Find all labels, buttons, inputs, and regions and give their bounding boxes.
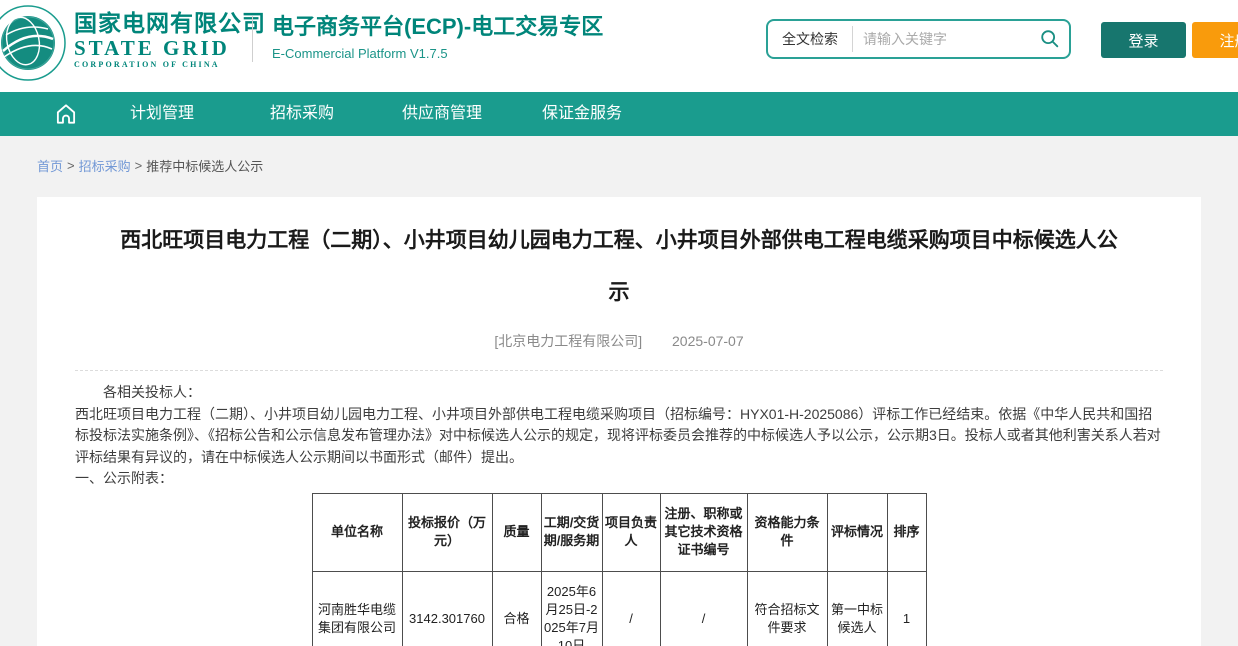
- breadcrumb-separator: >: [135, 158, 143, 173]
- search-scope-select[interactable]: 全文检索: [768, 29, 852, 49]
- col-header-project-manager: 项目负责人: [602, 493, 660, 571]
- col-header-unit-name: 单位名称: [312, 493, 402, 571]
- dashed-divider: [75, 370, 1163, 371]
- platform-block: 电子商务平台(ECP)-电工交易专区 E-Commercial Platform…: [272, 14, 603, 61]
- table-row: 河南胜华电缆集团有限公司 3142.301760 合格 2025年6月25日-2…: [312, 571, 926, 646]
- col-header-quality: 质量: [492, 493, 541, 571]
- main-nav: 计划管理 招标采购 供应商管理 保证金服务: [0, 92, 1238, 136]
- logo-cn-name: 国家电网有限公司: [74, 10, 266, 36]
- platform-subtitle: E-Commercial Platform V1.7.5: [272, 46, 603, 61]
- table-header-row: 单位名称 投标报价（万元） 质量 工期/交货期/服务期 项目负责人 注册、职称或…: [312, 493, 926, 571]
- col-header-certificate-no: 注册、职称或其它技术资格证书编号: [660, 493, 747, 571]
- nav-item-supplier-management[interactable]: 供应商管理: [372, 92, 512, 136]
- search-icon: [1039, 28, 1061, 50]
- col-header-rank: 排序: [887, 493, 926, 571]
- nav-item-bidding-procurement[interactable]: 招标采购: [232, 92, 372, 136]
- cell-unit-name: 河南胜华电缆集团有限公司: [312, 571, 402, 646]
- logo-en-subname: CORPORATION OF CHINA: [74, 60, 266, 70]
- cell-bid-price: 3142.301760: [402, 571, 492, 646]
- cell-qualification: 符合招标文件要求: [747, 571, 827, 646]
- breadcrumb-current: 推荐中标候选人公示: [146, 156, 263, 175]
- nav-home-button[interactable]: [40, 92, 92, 136]
- col-header-bid-price: 投标报价（万元）: [402, 493, 492, 571]
- cell-certificate-no: /: [660, 571, 747, 646]
- col-header-duration: 工期/交货期/服务期: [541, 493, 602, 571]
- breadcrumb-section-link[interactable]: 招标采购: [79, 156, 131, 175]
- announcement-paragraph: 西北旺项目电力工程（二期）、小井项目幼儿园电力工程、小井项目外部供电工程电缆采购…: [75, 404, 1163, 469]
- search-button[interactable]: [1031, 21, 1069, 57]
- logo-en-name: State Grid: [74, 36, 266, 60]
- register-button[interactable]: 注册: [1192, 22, 1238, 58]
- salutation-text: 各相关投标人：: [75, 382, 1163, 404]
- cell-quality: 合格: [492, 571, 541, 646]
- article-body: 各相关投标人： 西北旺项目电力工程（二期）、小井项目幼儿园电力工程、小井项目外部…: [75, 382, 1163, 490]
- announcement-card: 西北旺项目电力工程（二期）、小井项目幼儿园电力工程、小井项目外部供电工程电缆采购…: [37, 197, 1201, 646]
- article-source: [北京电力工程有限公司]: [494, 333, 642, 349]
- bid-candidates-table: 单位名称 投标报价（万元） 质量 工期/交货期/服务期 项目负责人 注册、职称或…: [312, 493, 927, 646]
- cell-project-manager: /: [602, 571, 660, 646]
- article-date: 2025-07-07: [672, 333, 744, 349]
- page-title: 西北旺项目电力工程（二期）、小井项目幼儿园电力工程、小井项目外部供电工程电缆采购…: [75, 211, 1163, 319]
- search-box: 全文检索: [766, 19, 1071, 59]
- logo-text: 国家电网有限公司 State Grid CORPORATION OF CHINA: [74, 10, 266, 70]
- cell-rank: 1: [887, 571, 926, 646]
- breadcrumb-separator: >: [67, 158, 75, 173]
- header-divider: [252, 16, 253, 62]
- breadcrumb: 首页 > 招标采购 > 推荐中标候选人公示: [37, 156, 263, 175]
- state-grid-globe-icon: [0, 5, 66, 81]
- cell-evaluation: 第一中标候选人: [827, 571, 887, 646]
- appendix-section-label: 一、公示附表：: [75, 468, 1163, 490]
- top-header: 国家电网有限公司 State Grid CORPORATION OF CHINA…: [0, 0, 1238, 92]
- article-meta: [北京电力工程有限公司] 2025-07-07: [75, 331, 1163, 351]
- col-header-evaluation: 评标情况: [827, 493, 887, 571]
- search-input[interactable]: [853, 31, 1031, 47]
- login-button[interactable]: 登录: [1101, 22, 1186, 58]
- cell-duration: 2025年6月25日-2025年7月10日: [541, 571, 602, 646]
- col-header-qualification: 资格能力条件: [747, 493, 827, 571]
- nav-item-plan-management[interactable]: 计划管理: [92, 92, 232, 136]
- platform-title: 电子商务平台(ECP)-电工交易专区: [272, 14, 603, 40]
- nav-item-deposit-service[interactable]: 保证金服务: [512, 92, 652, 136]
- breadcrumb-home-link[interactable]: 首页: [37, 156, 63, 175]
- home-icon: [53, 101, 79, 127]
